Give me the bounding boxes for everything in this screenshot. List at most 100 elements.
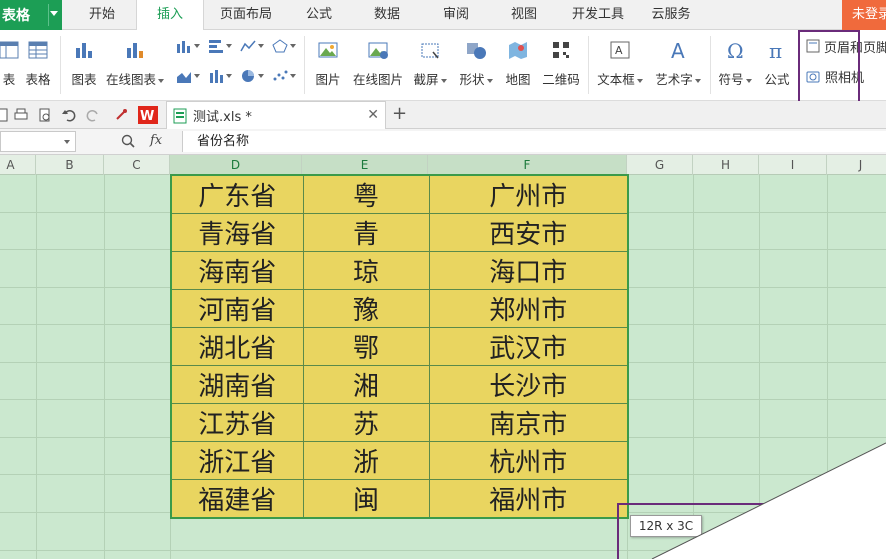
province-cell[interactable]: 河南省 — [170, 289, 304, 328]
capital-cell[interactable]: 郑州市 — [428, 289, 629, 328]
tab-view[interactable]: 视图 — [497, 0, 551, 30]
tab-data[interactable]: 数据 — [360, 0, 414, 30]
abbr-cell[interactable]: 粤 — [302, 174, 430, 214]
equation-button[interactable]: π 公式 — [758, 30, 796, 100]
online-chart-button[interactable]: 在线图表 — [104, 30, 166, 100]
abbr-cell[interactable]: 青 — [302, 213, 430, 252]
chevron-down-icon — [64, 140, 70, 144]
province-cell[interactable]: 浙江省 — [170, 441, 304, 480]
symbol-button[interactable]: Ω 符号 — [714, 30, 756, 100]
table-button[interactable]: 表格 — [22, 30, 54, 100]
wordart-button[interactable]: A 艺术字 — [650, 30, 706, 100]
province-cell[interactable]: 海南省 — [170, 251, 304, 290]
login-button[interactable]: 未登录 — [842, 0, 886, 30]
capital-cell[interactable]: 海口市 — [428, 251, 629, 290]
province-cell[interactable]: 青海省 — [170, 213, 304, 252]
scatter-chart-dropdown[interactable] — [272, 68, 296, 84]
province-cell[interactable]: 福建省 — [170, 479, 304, 519]
save-icon[interactable] — [0, 108, 8, 122]
abbr-cell[interactable]: 浙 — [302, 441, 430, 480]
column-header-d[interactable]: D — [170, 155, 302, 175]
capital-cell[interactable]: 南京市 — [428, 403, 629, 442]
tab-cloud[interactable]: 云服务 — [643, 0, 699, 30]
column-chart-dropdown[interactable] — [176, 38, 200, 54]
chevron-down-icon — [258, 74, 264, 78]
print-preview-icon[interactable] — [38, 108, 52, 122]
abbr-cell[interactable]: 闽 — [302, 479, 430, 519]
column-header-e[interactable]: E — [302, 155, 428, 175]
pin-icon[interactable] — [114, 108, 128, 122]
close-icon[interactable]: ✕ — [367, 107, 379, 123]
province-table: 广东省粤广州市 青海省青西安市 海南省琼海口市 河南省豫郑州市 湖北省鄂武汉市 … — [170, 174, 629, 519]
new-tab-button[interactable]: + — [392, 103, 407, 124]
column-header-f[interactable]: F — [428, 155, 627, 175]
province-cell[interactable]: 湖南省 — [170, 365, 304, 404]
column-header-c[interactable]: C — [104, 155, 170, 175]
chevron-down-icon — [194, 44, 200, 48]
ribbon-divider — [710, 36, 711, 94]
column-header-b[interactable]: B — [36, 155, 104, 175]
formula-input[interactable]: 省份名称 — [182, 131, 886, 152]
column-header-h[interactable]: H — [693, 155, 759, 175]
tab-page-layout[interactable]: 页面布局 — [210, 0, 282, 30]
province-cell[interactable]: 湖北省 — [170, 327, 304, 366]
sheet-grid[interactable]: A B C D E F G H I J 广东省粤广州市 青海省 青 西安市 海南… — [0, 155, 886, 559]
capital-cell[interactable]: 杭州市 — [428, 441, 629, 480]
picture-button[interactable]: 图片 — [310, 30, 346, 100]
tab-insert[interactable]: 插入 — [136, 0, 204, 31]
file-tab[interactable]: 测试.xls * ✕ — [166, 101, 386, 129]
function-button[interactable]: fx — [150, 133, 162, 148]
radar-chart-dropdown[interactable] — [272, 38, 296, 54]
abbr-cell[interactable]: 琼 — [302, 251, 430, 290]
tab-formulas[interactable]: 公式 — [292, 0, 346, 30]
capital-cell[interactable]: 武汉市 — [428, 327, 629, 366]
screenshot-button[interactable]: 截屏 — [410, 30, 450, 100]
name-box[interactable] — [0, 131, 76, 152]
pivot-table-button[interactable]: 表 — [0, 30, 24, 100]
capital-cell[interactable]: 西安市 — [428, 213, 629, 252]
chevron-down-icon — [226, 74, 232, 78]
map-button[interactable]: 地图 — [500, 30, 536, 100]
spreadsheet-window: 表格 开始 插入 页面布局 公式 数据 审阅 视图 开发工具 云服务 未登录 表… — [0, 0, 886, 559]
qrcode-button[interactable]: 二维码 — [538, 30, 584, 100]
line-chart-dropdown[interactable] — [240, 38, 264, 54]
province-cell[interactable]: 广东省 — [170, 174, 304, 214]
zoom-icon[interactable] — [121, 134, 135, 148]
column-chart-icon — [177, 41, 190, 53]
capital-cell[interactable]: 长沙市 — [428, 365, 629, 404]
column-header-j[interactable]: J — [827, 155, 886, 175]
textbox-button[interactable]: A 文本框 — [592, 30, 648, 100]
undo-icon[interactable] — [62, 108, 76, 122]
province-cell[interactable]: 江苏省 — [170, 403, 304, 442]
chevron-down-icon — [226, 44, 232, 48]
tab-developer[interactable]: 开发工具 — [562, 0, 634, 30]
bar-chart-dropdown[interactable] — [208, 38, 232, 54]
column-header-g[interactable]: G — [627, 155, 693, 175]
tab-review[interactable]: 审阅 — [428, 0, 484, 30]
online-picture-button[interactable]: 在线图片 — [348, 30, 408, 100]
omega-icon: Ω — [723, 38, 747, 62]
print-icon[interactable] — [14, 108, 28, 122]
formula-bar: fx 省份名称 — [0, 129, 886, 155]
stock-chart-dropdown[interactable] — [208, 68, 232, 84]
column-header-i[interactable]: I — [759, 155, 827, 175]
capital-cell[interactable]: 广州市 — [428, 174, 629, 214]
app-menu-button[interactable]: 表格 — [0, 0, 62, 30]
svg-text:Ω: Ω — [727, 39, 744, 61]
capital-cell[interactable]: 福州市 — [428, 479, 629, 519]
area-chart-dropdown[interactable] — [176, 68, 200, 84]
area-chart-icon — [177, 72, 191, 83]
abbr-cell[interactable]: 鄂 — [302, 327, 430, 366]
tab-home[interactable]: 开始 — [74, 0, 130, 30]
gridline — [827, 175, 828, 559]
abbr-cell[interactable]: 豫 — [302, 289, 430, 328]
gridline — [104, 175, 105, 559]
pie-chart-dropdown[interactable] — [240, 68, 264, 84]
column-header-a[interactable]: A — [0, 155, 36, 175]
redo-icon[interactable] — [86, 108, 100, 122]
chart-button[interactable]: 图表 — [66, 30, 102, 100]
abbr-cell[interactable]: 湘 — [302, 365, 430, 404]
abbr-cell[interactable]: 苏 — [302, 403, 430, 442]
online-chart-icon — [123, 38, 147, 62]
shapes-button[interactable]: 形状 — [456, 30, 496, 100]
